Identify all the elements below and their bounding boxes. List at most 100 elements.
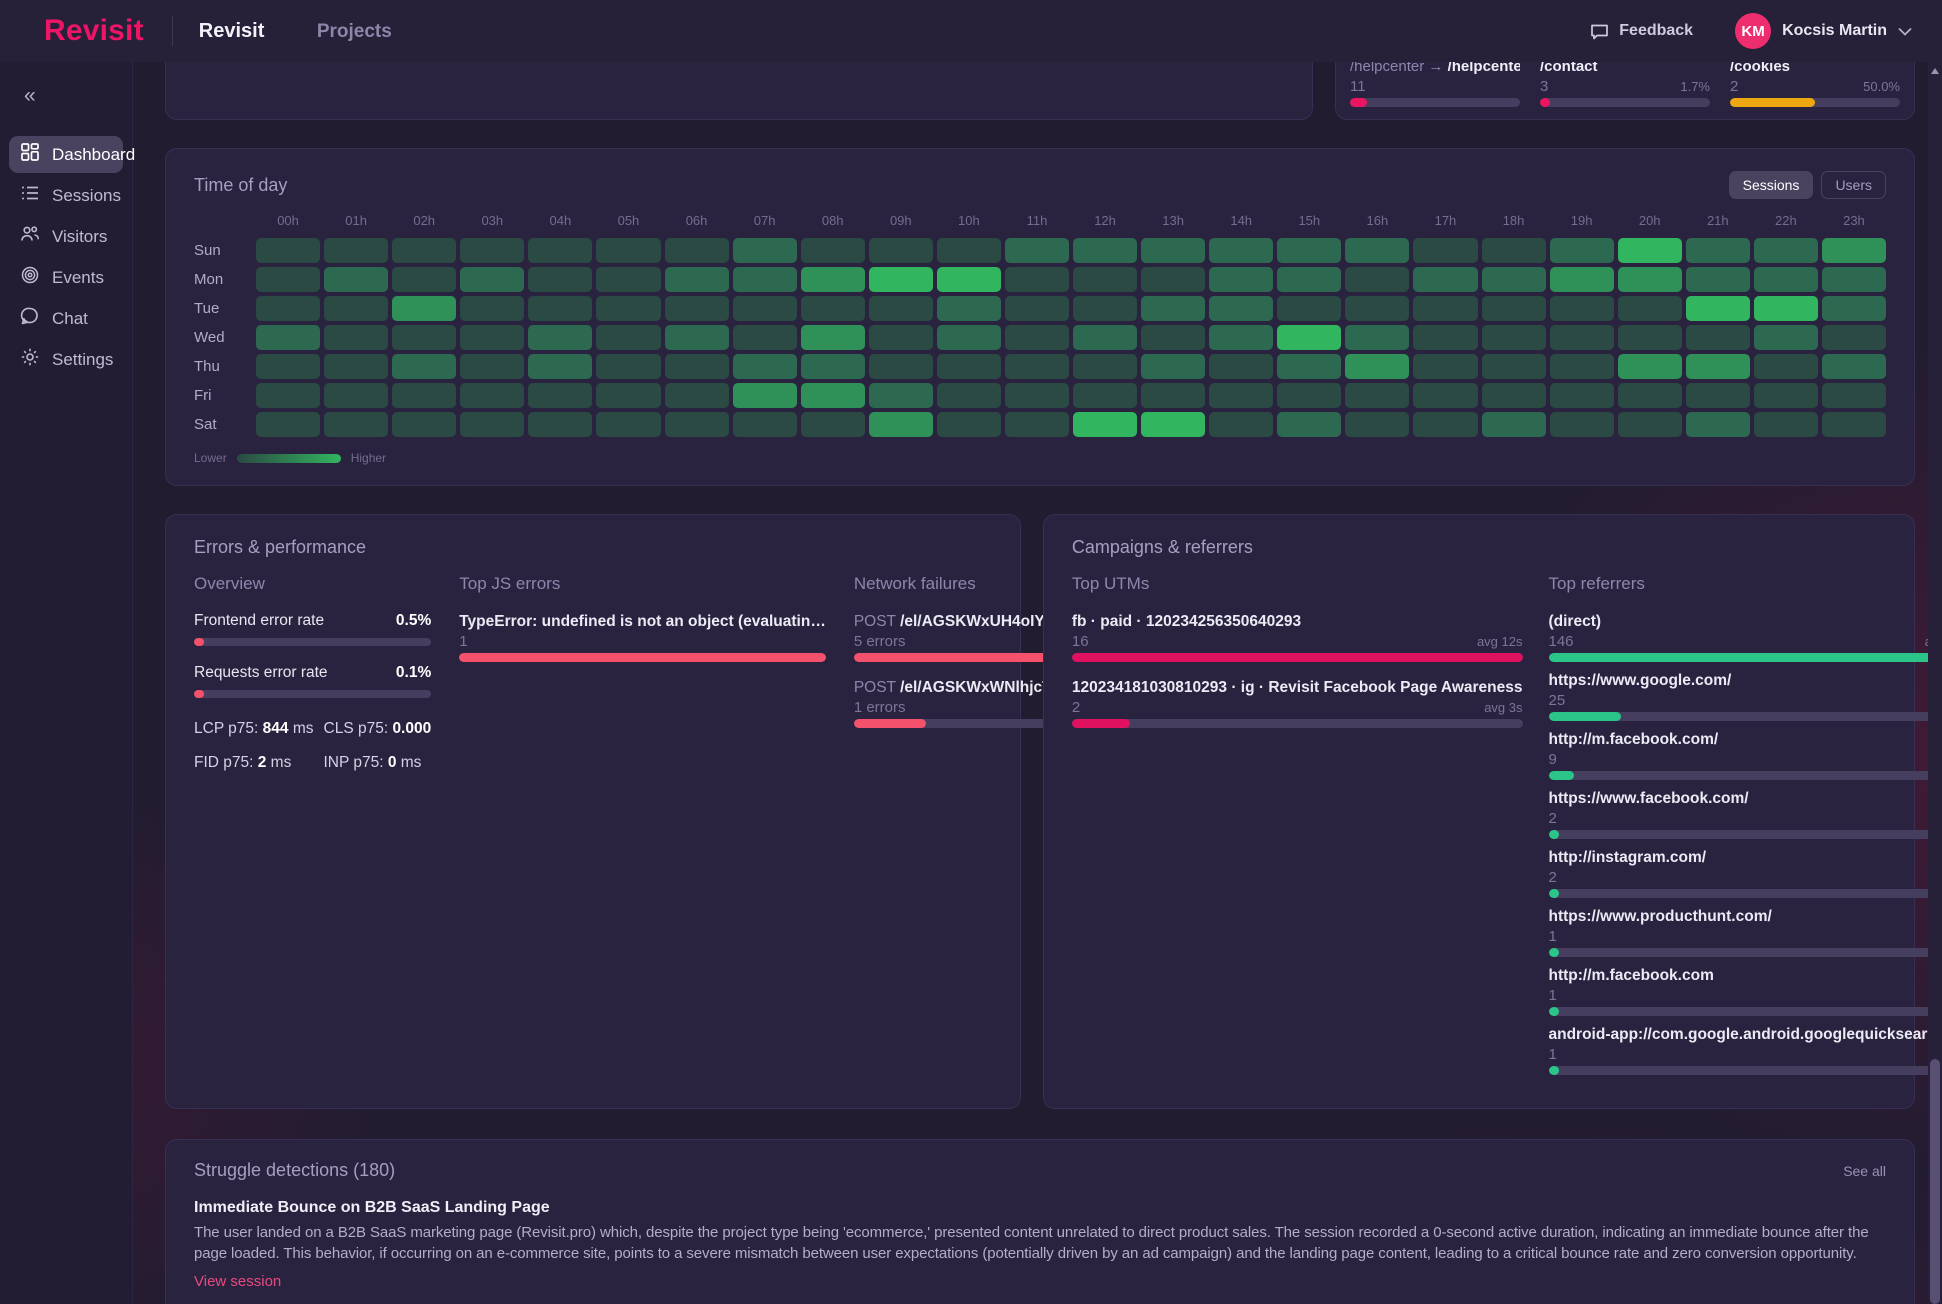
bar-count: 9 (1549, 751, 1557, 768)
sidebar-collapse-button[interactable]: « (0, 80, 36, 108)
page-count: 2 (1730, 79, 1738, 94)
toggle-sessions[interactable]: Sessions (1729, 171, 1814, 199)
campaigns-referrers-title: Campaigns & referrers (1072, 537, 1886, 558)
bar-meta: 2avg 3s (1072, 699, 1523, 716)
heatmap-cell (1073, 296, 1137, 321)
struggle-detections-card: Struggle detections (180) See all Immedi… (165, 1139, 1915, 1304)
heatmap-cell (460, 267, 524, 292)
day-label: Fri (194, 387, 252, 404)
heatmap-cell (1482, 238, 1546, 263)
see-all-link[interactable]: See all (1843, 1163, 1886, 1179)
errors-overview-column: Overview Frontend error rate0.5%Requests… (194, 574, 431, 772)
page-from-path: /helpcenter (1350, 62, 1428, 75)
progress-fill (1549, 830, 1559, 839)
struggle-description: The user landed on a B2B SaaS marketing … (194, 1222, 1886, 1265)
bar-label: http://instagram.com/ (1549, 848, 1942, 867)
heatmap-cell (528, 296, 592, 321)
heatmap-cell (1277, 296, 1341, 321)
bar-count: 1 (1549, 928, 1557, 945)
heatmap-cell (528, 267, 592, 292)
page-to-path: /contact (1540, 62, 1598, 75)
scrollbar-up-arrow[interactable] (1931, 68, 1939, 74)
bar-meta: 16avg 12s (1072, 633, 1523, 650)
heatmap-cell (1073, 383, 1137, 408)
heatmap-cell (1073, 325, 1137, 350)
page-scrollbar[interactable] (1928, 62, 1942, 1304)
heatmap-cell (460, 238, 524, 263)
heatmap-cell (1413, 354, 1477, 379)
scrollbar-thumb[interactable] (1930, 1059, 1940, 1304)
dashboard-icon (20, 142, 40, 167)
nav-item-revisit[interactable]: Revisit (199, 20, 265, 42)
referrer-item: http://m.facebook.com/9avg 21s (1549, 730, 1942, 780)
bar-count: 5 errors (854, 633, 906, 650)
hour-label: 10h (937, 213, 1001, 234)
heatmap-cell (665, 383, 729, 408)
heatmap-cell (1754, 267, 1818, 292)
hour-label: 01h (324, 213, 388, 234)
sidebar-item-chat[interactable]: Chat (9, 300, 123, 337)
web-vital-metric: CLS p75: 0.000 (324, 720, 432, 738)
heatmap-cell (1822, 296, 1886, 321)
heatmap-cell (1209, 325, 1273, 350)
top-js-errors-heading: Top JS errors (459, 574, 826, 594)
heatmap-cell (665, 296, 729, 321)
heatmap-cell (392, 412, 456, 437)
heatmap-cell (801, 238, 865, 263)
referrer-item: https://www.google.com/25avg 5s (1549, 671, 1942, 721)
heatmap-cell (1345, 412, 1409, 437)
progress-fill (1549, 1007, 1559, 1016)
heatmap-cell (1618, 296, 1682, 321)
heatmap-cell (1686, 325, 1750, 350)
sidebar-item-sessions[interactable]: Sessions (9, 177, 123, 214)
heatmap-cell (869, 412, 933, 437)
sidebar-item-label: Dashboard (52, 145, 135, 165)
heatmap-cell (1141, 383, 1205, 408)
progress-fill (1549, 712, 1622, 721)
progress-track (194, 638, 431, 646)
hour-label: 18h (1482, 213, 1546, 234)
progress-fill (1072, 653, 1523, 662)
error-rate-label: Requests error rate (194, 664, 328, 682)
heatmap-cell (324, 238, 388, 263)
heatmap-cell (1005, 238, 1069, 263)
bar-meta: 25avg 5s (1549, 692, 1942, 709)
heatmap-corner (194, 221, 252, 227)
nav-item-projects[interactable]: Projects (317, 21, 392, 42)
heatmap-cell (256, 383, 320, 408)
heatmap-cell (1277, 325, 1341, 350)
heatmap-cell (1550, 267, 1614, 292)
bar-label: http://m.facebook.com (1549, 966, 1942, 985)
sidebar-item-settings[interactable]: Settings (9, 341, 123, 378)
dashboard-main: /helpcenter → /helpcenter/ge…11/contact3… (133, 62, 1942, 1304)
heatmap-cell (1413, 383, 1477, 408)
heatmap-cell (1686, 383, 1750, 408)
app-logo[interactable]: Revisit (44, 14, 144, 48)
referrer-item: android-app://com.google.android.googleq… (1549, 1025, 1942, 1075)
heatmap-cell (392, 267, 456, 292)
bar-count: 2 (1549, 810, 1557, 827)
heatmap-cell (937, 354, 1001, 379)
view-session-link[interactable]: View session (194, 1273, 281, 1290)
heatmap-cell (460, 354, 524, 379)
heatmap-cell (1005, 267, 1069, 292)
heatmap-cell (1413, 412, 1477, 437)
sidebar-item-events[interactable]: Events (9, 259, 123, 296)
progress-fill (194, 690, 204, 698)
heatmap-cell (1686, 296, 1750, 321)
user-menu[interactable]: KM Kocsis Martin (1735, 13, 1912, 49)
topbar-divider (172, 16, 173, 46)
sidebar-item-dashboard[interactable]: Dashboard (9, 136, 123, 173)
feedback-button[interactable]: Feedback (1590, 22, 1693, 40)
time-of-day-card: Time of day SessionsUsers 00h01h02h03h04… (165, 148, 1915, 486)
http-method: POST (854, 613, 900, 630)
heatmap-cell (1550, 238, 1614, 263)
hour-label: 02h (392, 213, 456, 234)
day-label: Sun (194, 242, 252, 259)
bar-count: 16 (1072, 633, 1089, 650)
day-label: Sat (194, 416, 252, 433)
bar-label: 120234181030810293 · ig · Revisit Facebo… (1072, 678, 1523, 697)
sidebar-item-visitors[interactable]: Visitors (9, 218, 123, 255)
toggle-users[interactable]: Users (1821, 171, 1886, 199)
utm-item: 120234181030810293 · ig · Revisit Facebo… (1072, 678, 1523, 728)
